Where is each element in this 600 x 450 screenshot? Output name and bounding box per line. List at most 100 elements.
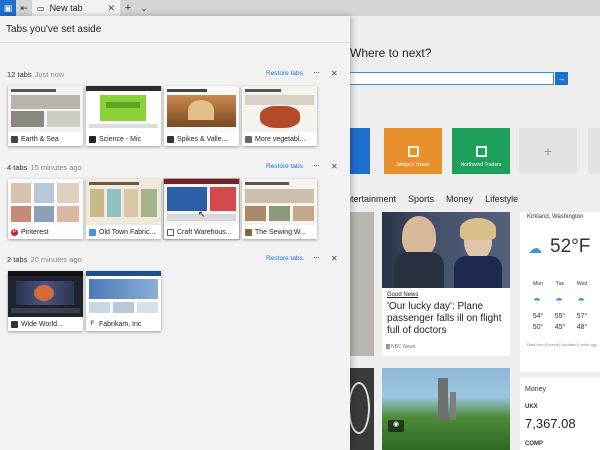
tab-thumbnail[interactable]: P Pinterest (8, 179, 83, 239)
rain-icon: ☂ (533, 296, 542, 306)
tab-thumbnail[interactable]: Science - Mic (86, 86, 161, 146)
panel-title: Tabs you've set aside (6, 24, 102, 35)
story-headline[interactable]: 'Our lucky day': Plane passenger falls i… (387, 301, 502, 337)
tab-list-dropdown-icon[interactable]: ⌄ (136, 3, 152, 14)
rain-cloud-icon: ☁ (528, 240, 542, 256)
tab-label: Pinterest (21, 228, 49, 236)
news-card[interactable]: ◉ (382, 368, 510, 450)
tab-thumbnail[interactable]: More vegetabl... (242, 86, 317, 146)
rain-icon: ☂ (555, 296, 564, 306)
thumbnail-preview (242, 179, 317, 225)
category-lifestyle[interactable]: Lifestyle (485, 194, 518, 204)
site-favicon-icon (245, 135, 252, 143)
tab-close-icon[interactable]: ✕ (107, 3, 115, 14)
top-site-tile[interactable]: Northwind Traders (452, 128, 510, 174)
add-site-tile[interactable]: + (519, 128, 577, 174)
forecast-high: 54° (532, 313, 544, 320)
tab-label: Spikes & Valle... (177, 135, 228, 143)
tab-thumbnail[interactable]: The Sewing W... (242, 179, 317, 239)
tabs-aside-panel: Tabs you've set aside 12 tabs Just now Re… (0, 16, 350, 450)
news-card[interactable]: Good News 'Our lucky day': Plane passeng… (382, 212, 510, 356)
site-favicon-icon (11, 135, 18, 143)
tile-label: Northwind Traders (460, 162, 502, 168)
restore-tabs-link[interactable]: Restore tabs (266, 255, 303, 262)
ntp-heading: Where to next? (350, 46, 432, 60)
tab-thumbnail[interactable]: Spikes & Valle... (164, 86, 239, 146)
thumbnail-preview (8, 179, 83, 225)
tab-strip: ▣ ⇤ ▭ New tab ✕ + ⌄ (0, 0, 600, 16)
more-options-icon[interactable]: ··· (313, 160, 320, 170)
tab-thumbnail[interactable]: Old Town Fabric... (86, 179, 161, 239)
thumbnail-preview (8, 271, 83, 317)
restore-tabs-link[interactable]: Restore tabs (266, 70, 303, 77)
story-source: NBC News (391, 344, 416, 350)
tab-label: Fabrikam, Inc (99, 320, 142, 328)
group-count: 4 tabs (7, 163, 28, 172)
category-money[interactable]: Money (446, 194, 473, 204)
divider (0, 42, 350, 43)
thumbnail-preview (86, 271, 161, 317)
group-time: Just now (34, 70, 65, 79)
close-group-icon[interactable]: ✕ (331, 254, 338, 263)
forecast-day: Wed (576, 281, 588, 287)
thumbnail-preview (164, 86, 239, 132)
tab-title: New tab (49, 3, 83, 13)
fabrikam-f-icon: F (89, 320, 96, 328)
tile-icon (475, 146, 487, 157)
tab-thumbnail[interactable]: Earth & Sea (8, 86, 83, 146)
tab-thumbnail[interactable]: Wide World... (8, 271, 83, 331)
group-count: 2 tabs (7, 255, 28, 264)
stock-symbol: COMP (525, 441, 543, 447)
tab-new-tab[interactable]: ▭ New tab ✕ (32, 0, 120, 16)
site-favicon-icon (89, 135, 96, 143)
news-categories: Entertainment Sports Money Lifestyle (340, 194, 518, 204)
tab-label: Old Town Fabric... (99, 228, 156, 236)
weather-temperature: 52°F (550, 236, 591, 257)
story-image (382, 212, 510, 288)
restore-tabs-link[interactable]: Restore tabs (266, 163, 303, 170)
rain-icon: ☂ (577, 296, 586, 306)
weather-footer: Data from Foreca | Updated 4 mins ago (527, 342, 598, 347)
tab-label: More vegetabl... (255, 135, 306, 143)
stock-value: 7,367.08 (525, 416, 576, 431)
forecast-high: 55° (554, 313, 566, 320)
close-group-icon[interactable]: ✕ (331, 162, 338, 171)
top-site-tile[interactable]: Melgo's Travel (384, 128, 442, 174)
more-options-icon[interactable]: ··· (313, 67, 320, 77)
more-options-icon[interactable]: ··· (313, 252, 320, 262)
pinterest-icon: P (11, 228, 18, 236)
group-time: 20 minutes ago (30, 255, 82, 264)
group-header: 4 tabs 15 minutes ago (7, 163, 82, 172)
set-aside-icon: ⇤ (20, 2, 28, 13)
forecast-low: 48° (576, 324, 588, 331)
search-go-arrow-icon[interactable]: → (555, 72, 568, 85)
tab-thumbnail[interactable]: F Fabrikam, Inc (86, 271, 161, 331)
page-icon (167, 228, 174, 236)
site-favicon-icon (167, 135, 174, 143)
group-time: 15 minutes ago (30, 163, 82, 172)
story-badge: Good News (387, 292, 419, 298)
weather-card[interactable]: Kirkland, Washington ☁ 52°F Mon Tue Wed … (520, 212, 600, 372)
money-title: Money (525, 386, 547, 393)
camera-icon: ◉ (388, 420, 404, 432)
ntp-search-input[interactable] (340, 72, 554, 85)
close-group-icon[interactable]: ✕ (331, 69, 338, 78)
thumbnail-preview (242, 86, 317, 132)
set-tabs-aside-button[interactable]: ⇤ (16, 0, 32, 16)
group-count: 12 tabs (7, 70, 32, 79)
weather-location: Kirkland, Washington (527, 214, 584, 220)
money-card[interactable]: Money UKX 7,367.08 COMP (520, 378, 600, 450)
group-header: 2 tabs 20 minutes ago (7, 255, 82, 264)
tab-thumbnail[interactable]: ↖ Craft Warehous... (163, 178, 240, 240)
tabs-aside-view-button[interactable]: ▣ (0, 0, 16, 16)
new-tab-plus-icon[interactable]: + (120, 2, 136, 14)
stock-symbol: UKX (525, 404, 538, 410)
tab-label: Craft Warehous... (177, 228, 232, 236)
tile-icon (407, 146, 419, 157)
tab-label: Science - Mic (99, 135, 142, 143)
category-sports[interactable]: Sports (408, 194, 434, 204)
tabs-preview-icon: ▣ (3, 2, 13, 13)
forecast-low: 45° (554, 324, 566, 331)
top-site-tile[interactable] (588, 128, 600, 174)
tab-label: Wide World... (21, 320, 63, 328)
